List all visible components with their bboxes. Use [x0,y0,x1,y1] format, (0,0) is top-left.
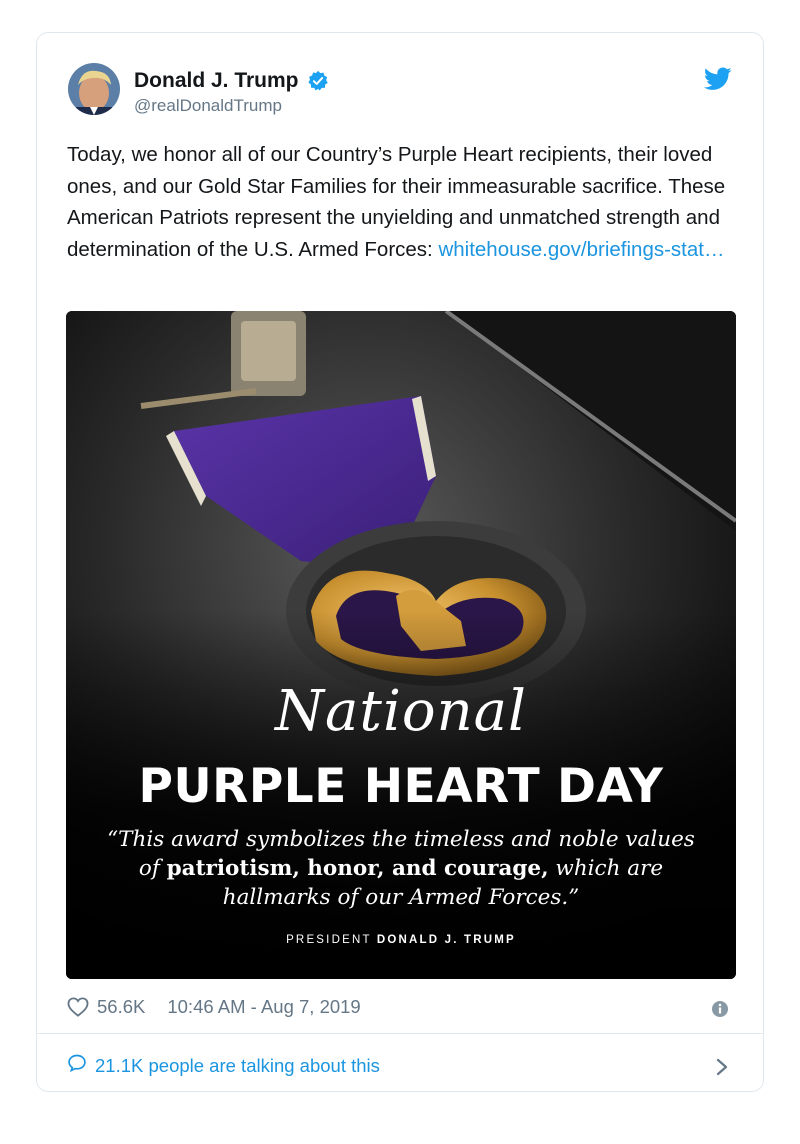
image-main-title: PURPLE HEART DAY [138,759,664,814]
author-name-row: Donald J. Trump [134,69,329,93]
like-count[interactable]: 56.6K [97,996,145,1018]
heart-icon[interactable] [67,997,89,1017]
conversation-link[interactable]: 21.1K people are talking about this [67,1053,380,1078]
image-attribution: PRESIDENT DONALD J. TRUMP [66,934,736,946]
comment-bubble-icon [67,1053,87,1078]
chevron-right-icon[interactable] [715,1057,729,1077]
twitter-bird-icon[interactable] [703,67,732,91]
image-quote: “This award symbolizes the timeless and … [106,825,696,912]
attribution-prefix: PRESIDENT [286,934,377,946]
tweet-text: Today, we honor all of our Country’s Pur… [67,139,737,265]
author-avatar[interactable] [68,63,120,115]
divider [37,1033,763,1034]
tweet-meta: 56.6K 10:46 AM - Aug 7, 2019 [67,996,361,1018]
verified-badge-icon [307,70,329,92]
attribution-name: DONALD J. TRUMP [376,934,516,946]
author-handle[interactable]: @realDonaldTrump [134,96,282,116]
tweet-media-image[interactable]: National PURPLE HEART DAY “This award sy… [66,311,736,979]
image-script-title: National [275,679,527,744]
author-name[interactable]: Donald J. Trump [134,69,299,93]
info-icon[interactable] [711,1000,729,1018]
tweet-link[interactable]: whitehouse.gov/briefings-stat… [438,238,724,261]
talking-text[interactable]: 21.1K people are talking about this [95,1055,380,1077]
timestamp[interactable]: 10:46 AM - Aug 7, 2019 [167,996,360,1018]
quote-bold: patriotism, honor, and courage, [166,856,549,881]
tweet-card: Donald J. Trump @realDonaldTrump Today, … [36,32,764,1092]
